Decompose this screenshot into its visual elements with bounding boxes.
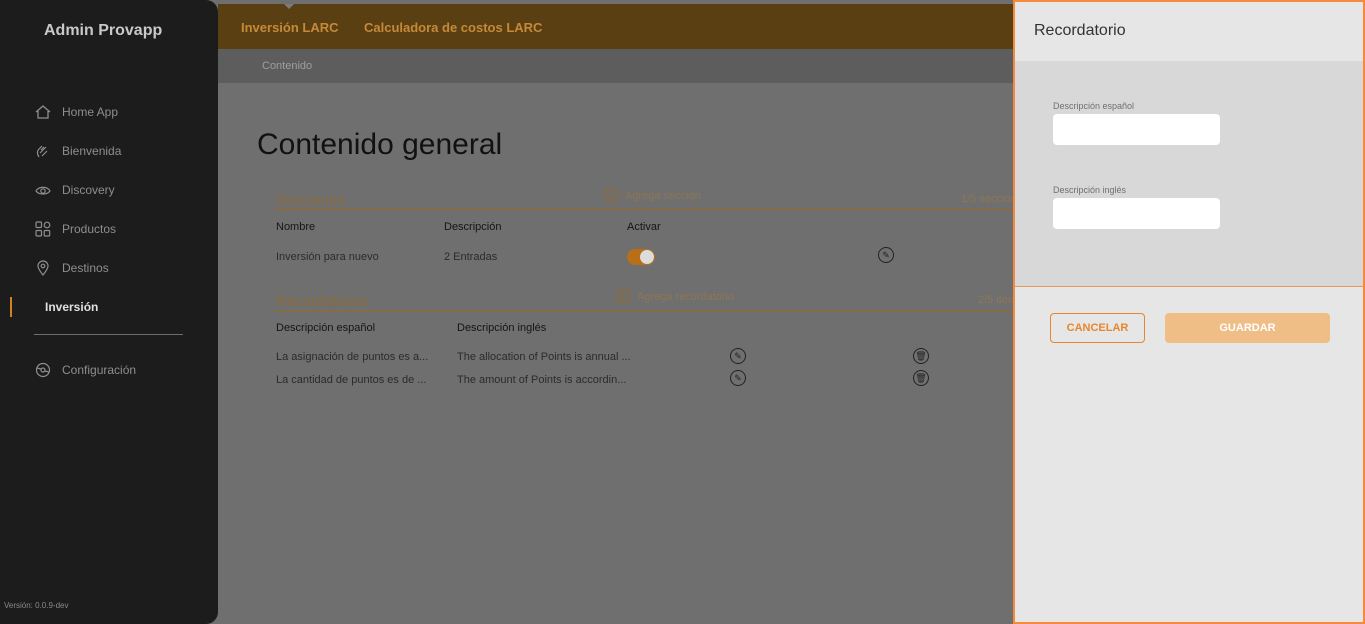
eye-icon	[34, 181, 52, 199]
sidebar-item-label: Productos	[62, 221, 117, 236]
descripcion-espanol-input[interactable]	[1053, 114, 1220, 145]
sidebar-item-label: Inversión	[45, 299, 99, 314]
add-seccion-label: Agrega sección	[625, 189, 701, 202]
recordatorio-es-cell: La cantidad de puntos es de ...	[276, 374, 427, 386]
grid-icon	[34, 220, 52, 238]
add-recordatorio-label: Agrega recordatorio	[637, 290, 735, 303]
edit-recordatorio-pencil-icon[interactable]: ✎	[730, 348, 746, 364]
plus-circle-icon: +	[616, 289, 631, 304]
descripcion-ingles-input[interactable]	[1053, 198, 1220, 229]
column-header-activar: Activar	[627, 221, 661, 233]
version-text: Versión: 0.0.9-dev	[4, 601, 69, 610]
sidebar-item-discovery[interactable]: Discovery	[0, 170, 218, 209]
seccion-activar-toggle[interactable]	[627, 249, 655, 265]
sidebar-item-label: Destinos	[62, 260, 109, 275]
secciones-label: Secciones	[276, 192, 346, 209]
home-icon	[34, 103, 52, 121]
recordatorio-es-cell: La asignación de puntos es a...	[276, 351, 429, 363]
sidebar-item-label: Bienvenida	[62, 143, 122, 158]
toggle-knob	[640, 250, 654, 264]
sidebar-item-home-app[interactable]: Home App	[0, 92, 218, 131]
save-button[interactable]: GUARDAR	[1165, 313, 1330, 343]
location-pin-icon	[34, 259, 52, 277]
seccion-nombre-cell: Inversión para nuevo	[276, 251, 379, 263]
page-title: Contenido general	[257, 128, 503, 161]
column-header-nombre: Nombre	[276, 221, 316, 233]
sidebar-item-label: Home App	[62, 104, 119, 119]
delete-recordatorio-trash-icon[interactable]: 🗑	[913, 370, 929, 386]
add-recordatorio-button[interactable]: + Agrega recordatorio	[616, 289, 734, 304]
column-header-descripcion-ingles: Descripción inglés	[457, 322, 547, 334]
brand-title: Admin Provapp	[44, 22, 163, 39]
column-header-descripcion: Descripción	[444, 221, 502, 233]
descripcion-ingles-label: Descripción inglés	[1053, 185, 1127, 195]
breadcrumb-bar: Contenido	[218, 49, 1018, 83]
tab-calculadora-costos-larc[interactable]: Calculadora de costos LARC	[364, 20, 542, 35]
dialog-title: Recordatorio	[1034, 22, 1126, 39]
plus-circle-icon: +	[604, 188, 619, 203]
top-tab-bar: Inversión LARC Calculadora de costos LAR…	[218, 4, 1018, 49]
edit-seccion-pencil-icon[interactable]: ✎	[878, 247, 894, 263]
sidebar-item-configuracion[interactable]: Configuración	[0, 350, 218, 389]
add-seccion-button[interactable]: + Agrega sección	[604, 188, 701, 203]
edit-recordatorio-pencil-icon[interactable]: ✎	[730, 370, 746, 386]
sidebar-item-inversion[interactable]: Inversión	[0, 287, 218, 326]
sidebar-item-bienvenida[interactable]: Bienvenida	[0, 131, 218, 170]
sidebar-nav: Home App Bienvenida Discovery Productos …	[0, 92, 218, 326]
recordatorios-label: Recordatorios	[276, 293, 370, 310]
sidebar-item-productos[interactable]: Productos	[0, 209, 218, 248]
active-tab-caret-icon	[284, 4, 294, 9]
sidebar-item-label: Discovery	[62, 182, 115, 197]
column-header-descripcion-espanol: Descripción español	[276, 322, 376, 334]
gear-icon	[34, 361, 52, 379]
hand-wave-icon	[34, 142, 52, 160]
recordatorio-en-cell: The amount of Points is accordin...	[457, 374, 627, 386]
seccion-descripcion-cell: 2 Entradas	[444, 251, 498, 263]
sidebar-item-destinos[interactable]: Destinos	[0, 248, 218, 287]
cancel-button[interactable]: CANCELAR	[1050, 313, 1145, 343]
sidebar: Admin Provapp Home App Bienvenida Discov…	[0, 0, 218, 624]
tab-inversion-larc[interactable]: Inversión LARC	[241, 20, 339, 35]
delete-recordatorio-trash-icon[interactable]: 🗑	[913, 348, 929, 364]
dialog-form: Descripción español Descripción inglés	[1015, 61, 1363, 287]
descripcion-espanol-label: Descripción español	[1053, 101, 1135, 111]
sidebar-divider	[34, 334, 183, 335]
breadcrumb[interactable]: Contenido	[262, 60, 312, 72]
sidebar-item-label: Configuración	[62, 362, 137, 377]
secciones-header: Secciones + Agrega sección 1/5 secciones	[275, 188, 1035, 210]
main-content: Contenido general Secciones + Agrega sec…	[218, 83, 1035, 624]
recordatorio-en-cell: The allocation of Points is annual ...	[457, 351, 631, 363]
recordatorios-header: Recordatorios + Agrega recordatorio 2/5 …	[275, 289, 1035, 311]
recordatorio-dialog: Recordatorio Descripción español Descrip…	[1013, 0, 1365, 624]
